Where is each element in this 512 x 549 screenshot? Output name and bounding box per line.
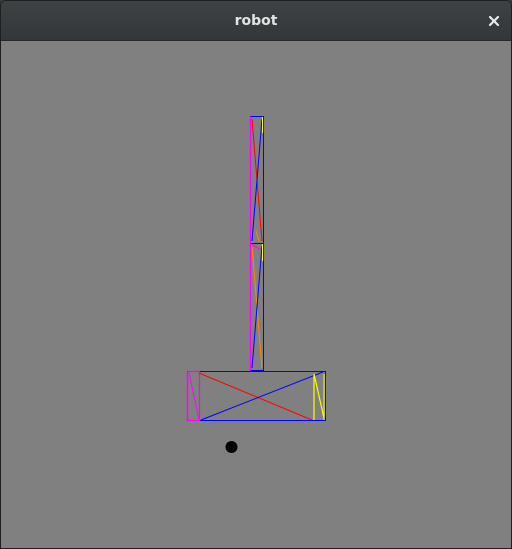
close-button[interactable]: [483, 10, 505, 32]
robot-base: [186, 370, 326, 422]
robot-canvas[interactable]: [1, 41, 511, 548]
target-point: [225, 441, 238, 453]
window-title: robot: [234, 13, 278, 29]
close-icon: [488, 15, 500, 27]
robot-drawing: [186, 116, 326, 453]
app-window: robot: [0, 0, 512, 549]
arm-segment-lower: [249, 243, 264, 371]
arm-segment-upper: [249, 116, 264, 244]
title-bar[interactable]: robot: [1, 1, 511, 41]
